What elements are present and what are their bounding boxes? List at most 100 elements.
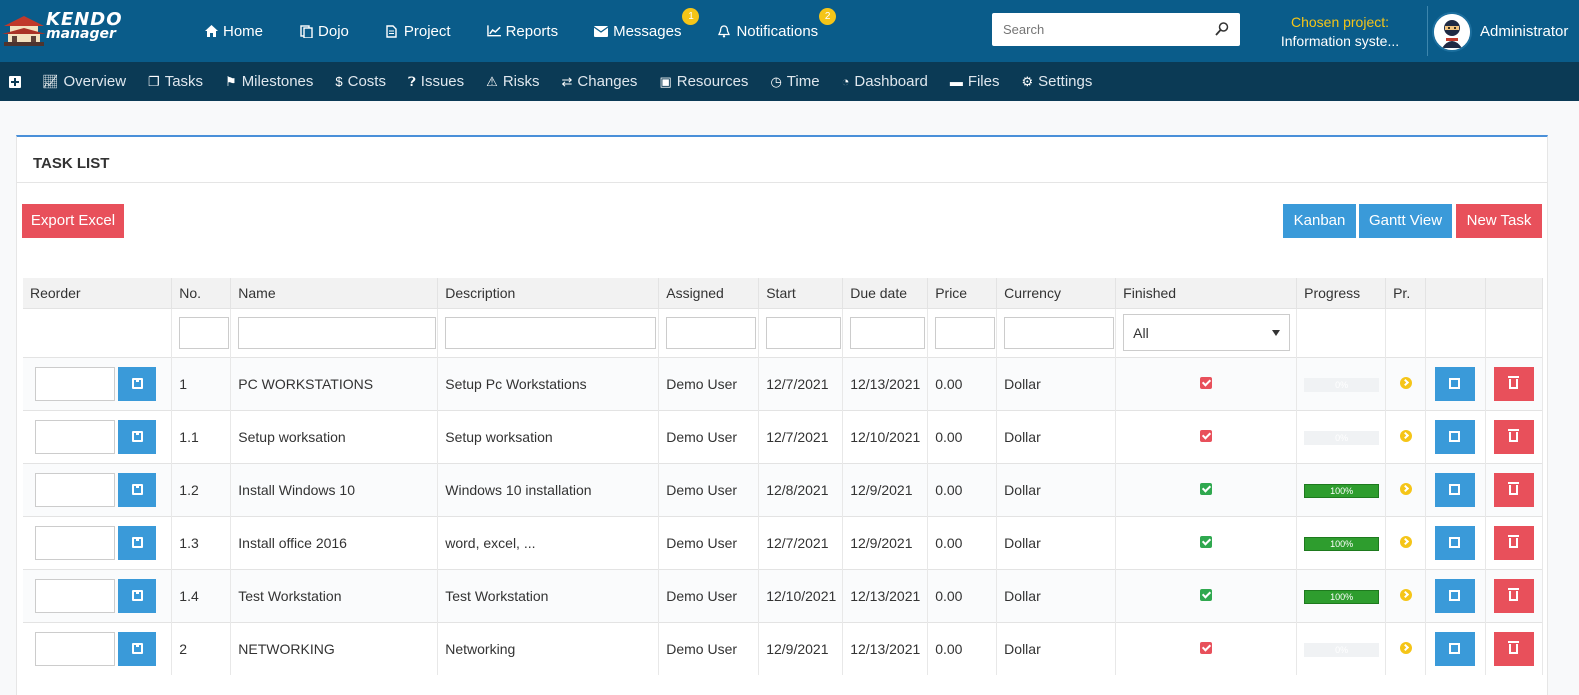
arrow-circle-right-icon[interactable] <box>1399 588 1412 601</box>
col-progress[interactable]: Progress <box>1296 278 1387 308</box>
save-order-button[interactable] <box>118 578 156 613</box>
edit-button[interactable] <box>1435 472 1476 507</box>
arrow-circle-right-icon[interactable] <box>1399 535 1412 548</box>
save-order-button[interactable] <box>118 631 156 666</box>
cell-start: 12/7/2021 <box>758 409 844 463</box>
export-excel-button[interactable]: Export Excel <box>22 204 124 238</box>
col-currency[interactable]: Currency <box>996 278 1117 308</box>
reorder-input[interactable] <box>35 631 115 666</box>
cell-name[interactable]: NETWORKING <box>230 621 439 675</box>
arrow-circle-right-icon[interactable] <box>1399 376 1412 389</box>
filter-due-input[interactable] <box>850 316 926 349</box>
filter-currency-input[interactable] <box>1004 316 1115 349</box>
subnav-resources[interactable]: ▣ Resources <box>659 73 748 90</box>
chosen-project[interactable]: Chosen project: Information syste... <box>1260 14 1420 49</box>
table-row[interactable]: 1 PC WORKSTATIONS Setup Pc Workstations Dem… <box>23 356 1544 410</box>
delete-button[interactable] <box>1493 631 1534 666</box>
col-assigned[interactable]: Assigned <box>658 278 760 308</box>
subnav-dashboard[interactable]: ◔ Dashboard <box>842 73 928 90</box>
cell-name[interactable]: PC WORKSTATIONS <box>230 356 439 410</box>
save-order-button[interactable] <box>118 525 156 560</box>
subnav-files[interactable]: ▬ Files <box>950 73 1000 90</box>
cell-name[interactable]: Test Workstation <box>230 568 439 622</box>
nav-home[interactable]: Home <box>204 23 263 40</box>
plus-icon[interactable] <box>9 75 21 88</box>
edit-button[interactable] <box>1435 525 1476 560</box>
filter-start-input[interactable] <box>766 316 842 349</box>
search-icon[interactable] <box>1214 21 1230 37</box>
reorder-input[interactable] <box>35 525 115 560</box>
subnav-issues[interactable]: ❓︎ Issues <box>408 73 464 90</box>
new-task-button[interactable]: New Task <box>1456 204 1542 238</box>
cell-name[interactable]: Install office 2016 <box>230 515 439 569</box>
kanban-button[interactable]: Kanban <box>1283 204 1356 238</box>
col-finished[interactable]: Finished <box>1115 278 1298 308</box>
subnav-settings[interactable]: ⚙︎ Settings <box>1021 73 1092 90</box>
arrow-circle-right-icon[interactable] <box>1399 429 1412 442</box>
delete-button[interactable] <box>1493 419 1534 454</box>
delete-button[interactable] <box>1493 472 1534 507</box>
reorder-input[interactable] <box>35 419 115 454</box>
col-reorder[interactable]: Reorder <box>23 278 173 308</box>
filter-cell <box>842 307 929 357</box>
cell-name[interactable]: Setup worksation <box>230 409 439 463</box>
cell-description: Test Workstation <box>437 568 660 622</box>
delete-button[interactable] <box>1493 525 1534 560</box>
col-start[interactable]: Start <box>758 278 844 308</box>
subnav-changes[interactable]: ⇄ Changes <box>561 73 637 90</box>
nav-dojo[interactable]: Dojo <box>299 23 349 40</box>
col-no[interactable]: No. <box>171 278 232 308</box>
nav-reports[interactable]: Reports <box>486 23 558 40</box>
nav-messages[interactable]: Messages 1 <box>594 7 700 40</box>
reorder-input[interactable] <box>35 578 115 613</box>
save-order-button[interactable] <box>118 472 156 507</box>
filter-finished-select[interactable]: All <box>1123 314 1291 351</box>
table-row[interactable]: 1.4 Test Workstation Test Workstation Demo … <box>23 568 1544 622</box>
filter-assigned-input[interactable] <box>666 316 757 349</box>
save-order-button[interactable] <box>118 419 156 454</box>
filter-name-input[interactable] <box>238 316 437 349</box>
table-row[interactable]: 1.1 Setup worksation Setup worksation Demo … <box>23 409 1544 463</box>
cell-assigned: Demo User <box>658 462 760 516</box>
col-name[interactable]: Name <box>230 278 439 308</box>
subnav-costs[interactable]: $ Costs <box>335 73 386 90</box>
edit-button[interactable] <box>1435 631 1476 666</box>
subnav-tasks-label: Tasks <box>164 73 204 90</box>
table-row[interactable]: 1.2 Install Windows 10 Windows 10 installa… <box>23 462 1544 516</box>
delete-button[interactable] <box>1493 366 1534 401</box>
table-row[interactable]: 1.3 Install office 2016 word, excel, ... De… <box>23 515 1544 569</box>
col-description[interactable]: Description <box>437 278 660 308</box>
subnav-overview[interactable]: 📈︎ Overview <box>42 73 126 90</box>
search-input[interactable] <box>992 13 1202 46</box>
save-order-button[interactable] <box>118 366 156 401</box>
col-price[interactable]: Price <box>927 278 998 308</box>
edit-button[interactable] <box>1435 419 1476 454</box>
cell-description: Setup worksation <box>437 409 660 463</box>
top-nav: Home Dojo Project Reports Messages 1 Not… <box>204 0 854 62</box>
nav-notifications[interactable]: Notifications 2 <box>717 7 837 40</box>
nav-project[interactable]: Project <box>385 23 451 40</box>
cell-progress: 0% <box>1296 356 1387 410</box>
col-priority[interactable]: Pr. <box>1385 278 1427 308</box>
avatar[interactable] <box>1432 12 1472 52</box>
filter-description-input[interactable] <box>445 316 657 349</box>
filter-price-input[interactable] <box>935 316 996 349</box>
subnav-tasks[interactable]: ❐ Tasks <box>148 73 203 90</box>
cell-name[interactable]: Install Windows 10 <box>230 462 439 516</box>
user-name[interactable]: Administrator <box>1480 23 1568 40</box>
edit-button[interactable] <box>1435 366 1476 401</box>
gantt-view-button[interactable]: Gantt View <box>1359 204 1452 238</box>
reorder-input[interactable] <box>35 366 115 401</box>
brand-logo[interactable]: KENDO manager <box>2 11 122 50</box>
arrow-circle-right-icon[interactable] <box>1399 482 1412 495</box>
edit-button[interactable] <box>1435 578 1476 613</box>
subnav-time[interactable]: ◷ Time <box>770 73 819 90</box>
subnav-risks[interactable]: ⚠︎ Risks <box>486 73 539 90</box>
reorder-input[interactable] <box>35 472 115 507</box>
filter-no-input[interactable] <box>179 316 230 349</box>
arrow-circle-right-icon[interactable] <box>1399 641 1412 654</box>
col-due-date[interactable]: Due date <box>842 278 929 308</box>
delete-button[interactable] <box>1493 578 1534 613</box>
subnav-milestones[interactable]: ⚑ Milestones <box>225 73 313 90</box>
table-row[interactable]: 2 NETWORKING Networking Demo User 12/9/2021 1… <box>23 621 1544 675</box>
